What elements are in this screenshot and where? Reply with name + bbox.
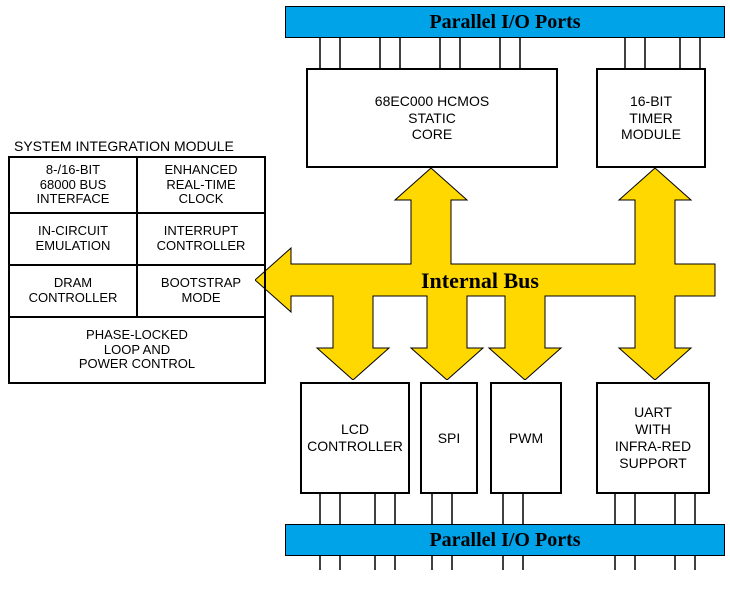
pins-top: [285, 38, 725, 68]
core-label: 68EC000 HCMOS STATIC CORE: [375, 93, 489, 143]
sim-pll: PHASE-LOCKED LOOP AND POWER CONTROL: [9, 317, 265, 383]
uart-label: UART WITH INFRA-RED SUPPORT: [615, 404, 691, 471]
pins-bottom: [285, 494, 725, 524]
io-ports-bottom-label: Parallel I/O Ports: [429, 529, 580, 552]
spi-label: SPI: [438, 430, 461, 447]
sim-dram: DRAM CONTROLLER: [9, 265, 137, 317]
sim-table: 8-/16-BIT 68000 BUS INTERFACE ENHANCED R…: [8, 156, 266, 384]
sim-boot: BOOTSTRAP MODE: [137, 265, 265, 317]
lcd-block: LCD CONTROLLER: [300, 382, 410, 494]
io-ports-top-label: Parallel I/O Ports: [429, 11, 580, 34]
lcd-label: LCD CONTROLLER: [307, 421, 403, 455]
pins-bottom-outer: [285, 556, 725, 570]
sim-title: SYSTEM INTEGRATION MODULE: [14, 138, 234, 154]
internal-bus: [255, 168, 730, 380]
timer-label: 16-BIT TIMER MODULE: [621, 93, 681, 143]
sim-ice: IN-CIRCUIT EMULATION: [9, 213, 137, 265]
core-block: 68EC000 HCMOS STATIC CORE: [306, 68, 558, 168]
io-ports-bottom: Parallel I/O Ports: [285, 524, 725, 556]
io-ports-top: Parallel I/O Ports: [285, 6, 725, 38]
uart-block: UART WITH INFRA-RED SUPPORT: [596, 382, 710, 494]
sim-rtc: ENHANCED REAL-TIME CLOCK: [137, 157, 265, 213]
pwm-label: PWM: [509, 430, 543, 447]
timer-block: 16-BIT TIMER MODULE: [596, 68, 706, 168]
sim-intc: INTERRUPT CONTROLLER: [137, 213, 265, 265]
pwm-block: PWM: [490, 382, 562, 494]
spi-block: SPI: [420, 382, 478, 494]
sim-bus-if: 8-/16-BIT 68000 BUS INTERFACE: [9, 157, 137, 213]
